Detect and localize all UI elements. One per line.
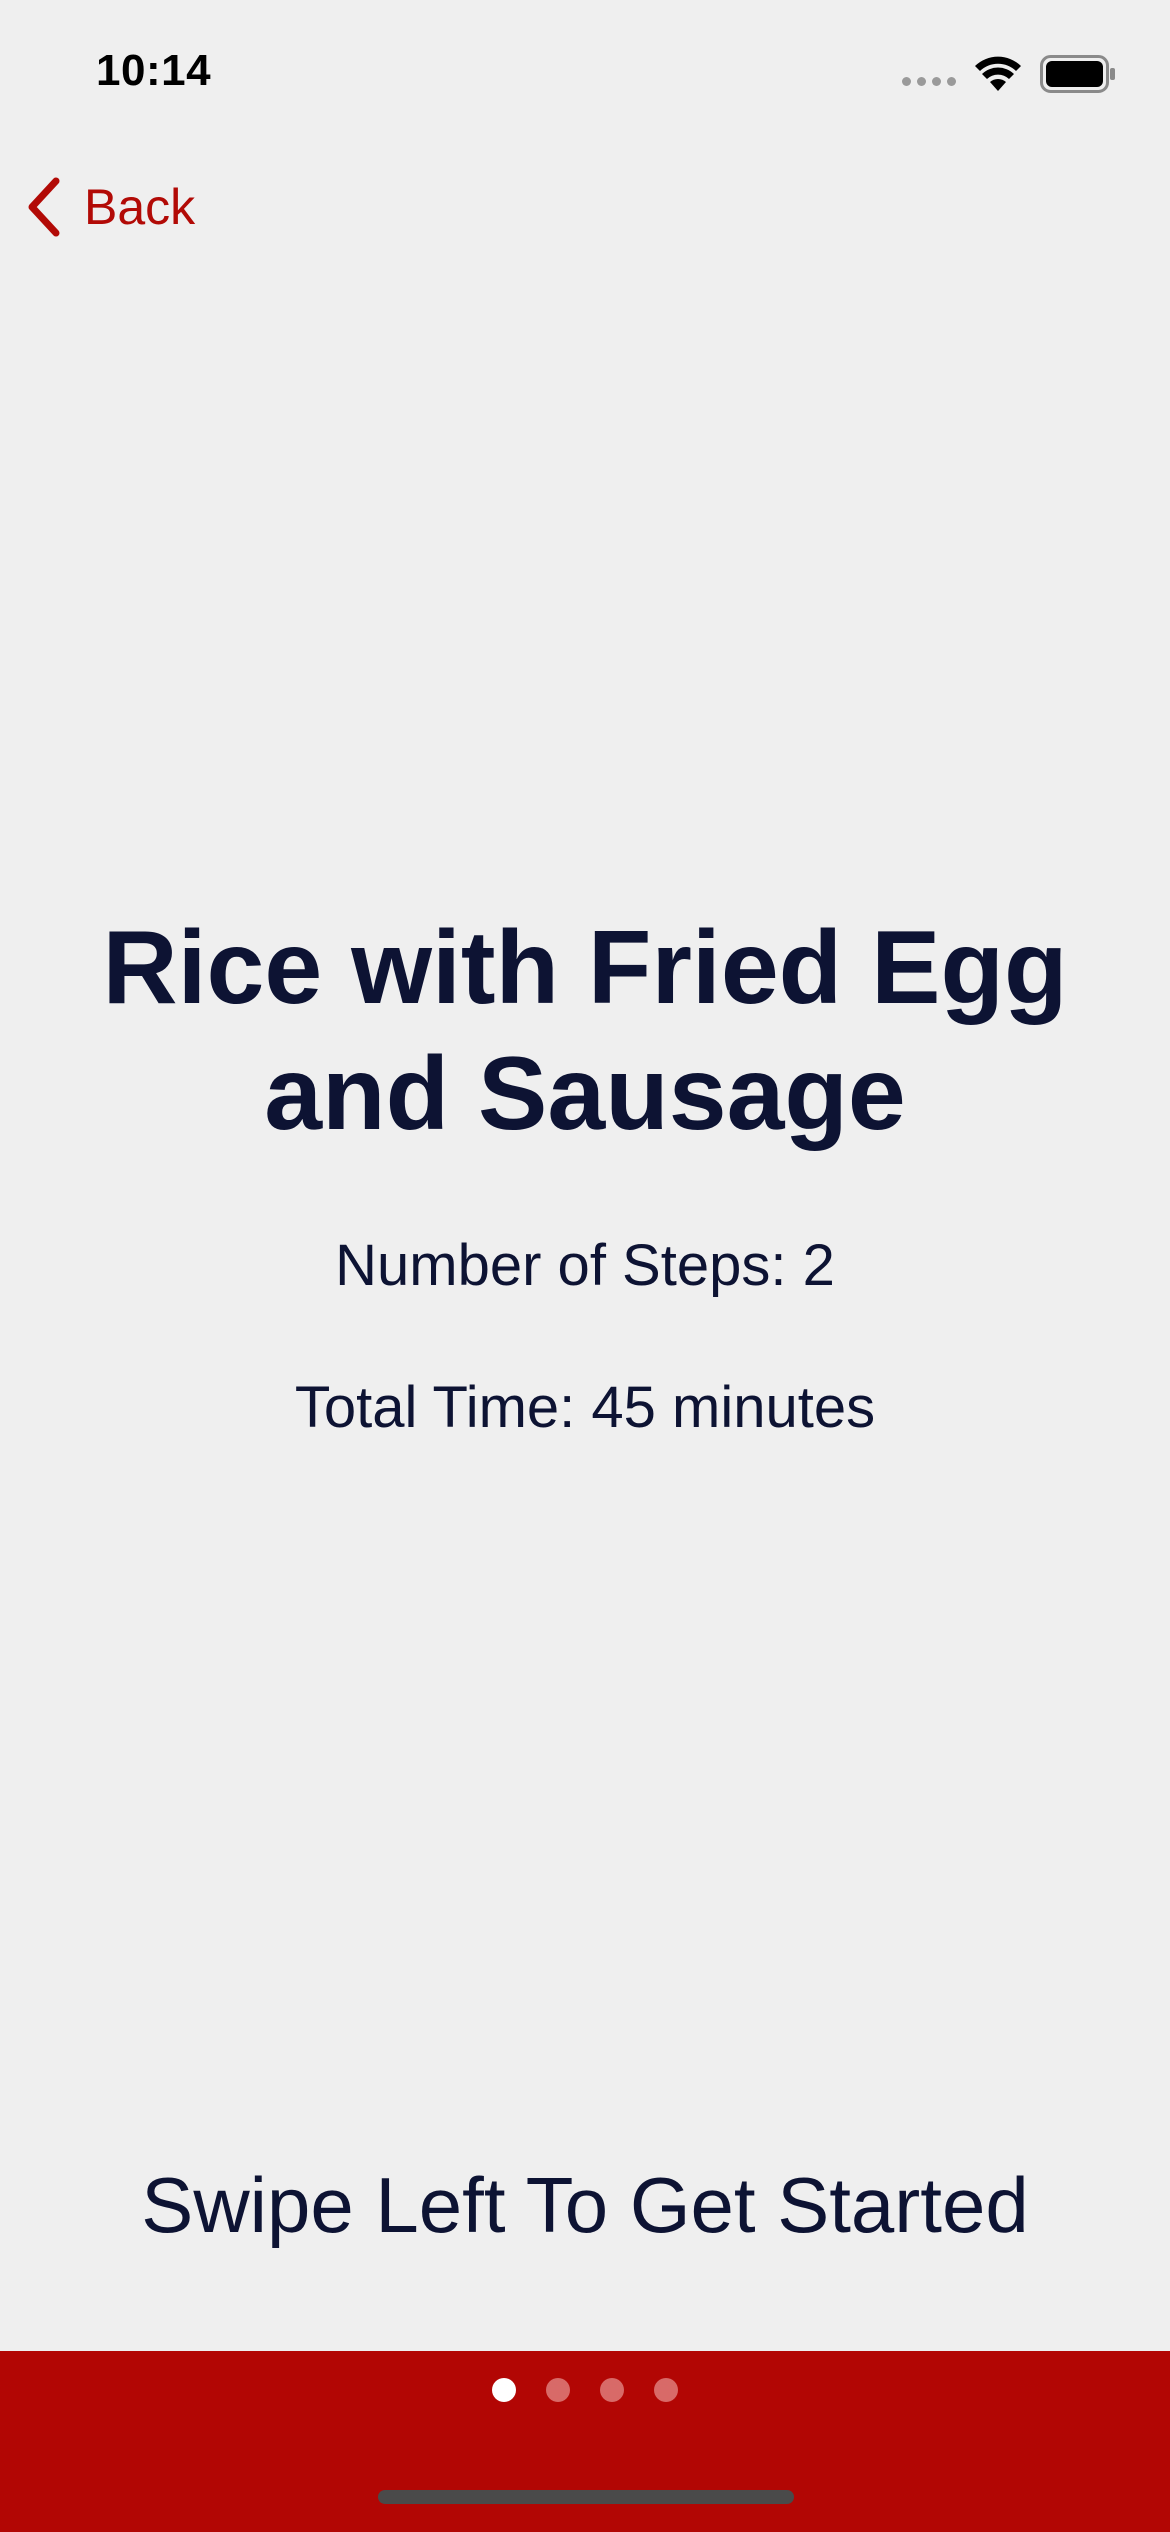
total-time: Total Time: 45 minutes bbox=[294, 1375, 876, 1440]
chevron-left-icon bbox=[28, 177, 60, 237]
swipe-hint: Swipe Left To Get Started bbox=[141, 2161, 1029, 2249]
signal-icon bbox=[902, 76, 956, 86]
status-icons bbox=[902, 50, 1116, 98]
page-dot[interactable] bbox=[654, 2378, 678, 2402]
wifi-icon bbox=[975, 56, 1021, 91]
recipe-title: Rice with Fried Egg and Sausage bbox=[102, 910, 1068, 1152]
battery-icon bbox=[1040, 55, 1115, 93]
page-dot[interactable] bbox=[600, 2378, 624, 2402]
back-button[interactable]: Back bbox=[24, 172, 195, 242]
home-indicator[interactable] bbox=[378, 2490, 794, 2504]
status-time: 10:14 bbox=[96, 46, 212, 95]
page-dot[interactable] bbox=[546, 2378, 570, 2402]
page-indicator[interactable] bbox=[0, 2378, 1170, 2402]
steps-count: Number of Steps: 2 bbox=[335, 1233, 835, 1298]
page-dot[interactable] bbox=[492, 2378, 516, 2402]
back-label: Back bbox=[84, 179, 196, 235]
